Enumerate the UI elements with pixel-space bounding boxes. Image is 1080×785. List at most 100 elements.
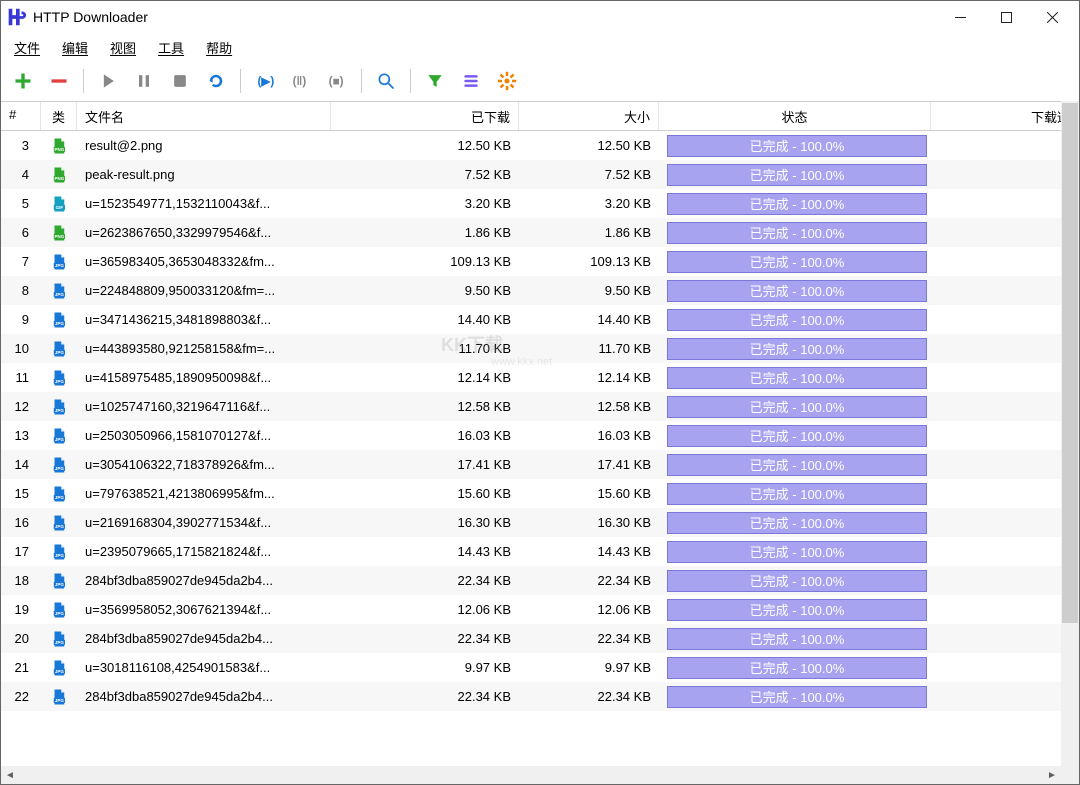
cell-number: 10 <box>1 341 41 356</box>
svg-text:PNG: PNG <box>54 146 64 151</box>
close-button[interactable] <box>1029 2 1075 32</box>
file-type-icon: JPG <box>41 398 77 416</box>
scroll-right-icon[interactable]: ► <box>1043 766 1061 784</box>
pause-all-button[interactable]: (‖) <box>283 63 319 99</box>
cell-status: 已完成 - 100.0% <box>659 425 931 447</box>
remove-button[interactable] <box>41 63 77 99</box>
cell-downloaded: 17.41 KB <box>331 457 519 472</box>
minimize-button[interactable] <box>937 2 983 32</box>
cell-filename: peak-result.png <box>77 167 331 182</box>
table-row[interactable]: 19 JPG u=3569958052,3067621394&f... 12.0… <box>1 595 1079 624</box>
restart-button[interactable] <box>198 63 234 99</box>
table-row[interactable]: 13 JPG u=2503050966,1581070127&f... 16.0… <box>1 421 1079 450</box>
cell-filename: u=3471436215,3481898803&f... <box>77 312 331 327</box>
search-button[interactable] <box>368 63 404 99</box>
svg-text:JPG: JPG <box>55 697 65 702</box>
filter-button[interactable] <box>417 63 453 99</box>
cell-status: 已完成 - 100.0% <box>659 251 931 273</box>
table-row[interactable]: 4 PNG peak-result.png 7.52 KB 7.52 KB 已完… <box>1 160 1079 189</box>
table-row[interactable]: 8 JPG u=224848809,950033120&fm=... 9.50 … <box>1 276 1079 305</box>
col-number[interactable]: # <box>1 102 41 130</box>
progress-bar: 已完成 - 100.0% <box>667 483 927 505</box>
scrollbar-thumb[interactable] <box>1062 103 1078 623</box>
progress-bar: 已完成 - 100.0% <box>667 396 927 418</box>
app-window: HTTP Downloader 文件 编辑 视图 工具 帮助 (▶) (‖) (… <box>0 0 1080 785</box>
cell-size: 11.70 KB <box>519 341 659 356</box>
col-status[interactable]: 状态 <box>659 102 931 130</box>
cell-status: 已完成 - 100.0% <box>659 367 931 389</box>
cell-downloaded: 12.06 KB <box>331 602 519 617</box>
vertical-scrollbar[interactable] <box>1061 101 1079 766</box>
cell-downloaded: 12.50 KB <box>331 138 519 153</box>
table-row[interactable]: 22 JPG 284bf3dba859027de945da2b4... 22.3… <box>1 682 1079 711</box>
file-type-icon: GIF <box>41 195 77 213</box>
add-button[interactable] <box>5 63 41 99</box>
cell-status: 已完成 - 100.0% <box>659 541 931 563</box>
table-row[interactable]: 9 JPG u=3471436215,3481898803&f... 14.40… <box>1 305 1079 334</box>
cell-status: 已完成 - 100.0% <box>659 686 931 708</box>
cell-downloaded: 22.34 KB <box>331 631 519 646</box>
svg-text:JPG: JPG <box>55 494 65 499</box>
cell-status: 已完成 - 100.0% <box>659 309 931 331</box>
file-type-icon: JPG <box>41 485 77 503</box>
file-type-icon: JPG <box>41 572 77 590</box>
settings-button[interactable] <box>489 63 525 99</box>
menu-file[interactable]: 文件 <box>3 34 51 61</box>
toolbar: (▶) (‖) (■) <box>1 61 1079 101</box>
svg-text:JPG: JPG <box>55 668 65 673</box>
svg-text:PNG: PNG <box>54 175 64 180</box>
start-all-button[interactable]: (▶) <box>247 63 283 99</box>
cell-number: 21 <box>1 660 41 675</box>
table-row[interactable]: 18 JPG 284bf3dba859027de945da2b4... 22.3… <box>1 566 1079 595</box>
table-row[interactable]: 10 JPG u=443893580,921258158&fm=... 11.7… <box>1 334 1079 363</box>
horizontal-scrollbar[interactable]: ◄ ► <box>1 766 1079 784</box>
maximize-button[interactable] <box>983 2 1029 32</box>
table-row[interactable]: 21 JPG u=3018116108,4254901583&f... 9.97… <box>1 653 1079 682</box>
table-row[interactable]: 16 JPG u=2169168304,3902771534&f... 16.3… <box>1 508 1079 537</box>
cell-size: 15.60 KB <box>519 486 659 501</box>
app-logo-icon <box>5 6 27 28</box>
queue-button[interactable] <box>453 63 489 99</box>
col-size[interactable]: 大小 <box>519 102 659 130</box>
menu-view[interactable]: 视图 <box>99 34 147 61</box>
svg-text:JPG: JPG <box>55 581 65 586</box>
col-downloaded[interactable]: 已下载 <box>331 102 519 130</box>
table-row[interactable]: 6 PNG u=2623867650,3329979546&f... 1.86 … <box>1 218 1079 247</box>
cell-number: 15 <box>1 486 41 501</box>
cell-size: 22.34 KB <box>519 631 659 646</box>
start-button[interactable] <box>90 63 126 99</box>
cell-filename: u=3569958052,3067621394&f... <box>77 602 331 617</box>
menu-help[interactable]: 帮助 <box>195 34 243 61</box>
svg-text:(■): (■) <box>329 75 344 88</box>
table-row[interactable]: 5 GIF u=1523549771,1532110043&f... 3.20 … <box>1 189 1079 218</box>
stop-button[interactable] <box>162 63 198 99</box>
table-row[interactable]: 14 JPG u=3054106322,718378926&fm... 17.4… <box>1 450 1079 479</box>
menu-tools[interactable]: 工具 <box>147 34 195 61</box>
table-row[interactable]: 12 JPG u=1025747160,3219647116&f... 12.5… <box>1 392 1079 421</box>
table-row[interactable]: 11 JPG u=4158975485,1890950098&f... 12.1… <box>1 363 1079 392</box>
cell-number: 8 <box>1 283 41 298</box>
col-filename[interactable]: 文件名 <box>77 102 331 130</box>
pause-button[interactable] <box>126 63 162 99</box>
col-extra[interactable]: 下载逆 <box>931 102 1079 130</box>
cell-size: 12.50 KB <box>519 138 659 153</box>
svg-text:PNG: PNG <box>54 233 64 238</box>
stop-all-button[interactable]: (■) <box>319 63 355 99</box>
cell-size: 22.34 KB <box>519 689 659 704</box>
cell-filename: u=1025747160,3219647116&f... <box>77 399 331 414</box>
table-row[interactable]: 15 JPG u=797638521,4213806995&fm... 15.6… <box>1 479 1079 508</box>
menu-edit[interactable]: 编辑 <box>51 34 99 61</box>
cell-downloaded: 22.34 KB <box>331 689 519 704</box>
cell-size: 16.30 KB <box>519 515 659 530</box>
col-type[interactable]: 类 <box>41 102 77 130</box>
cell-downloaded: 16.30 KB <box>331 515 519 530</box>
file-type-icon: JPG <box>41 543 77 561</box>
titlebar: HTTP Downloader <box>1 1 1079 33</box>
table-row[interactable]: 3 PNG result@2.png 12.50 KB 12.50 KB 已完成… <box>1 131 1079 160</box>
cell-filename: u=3054106322,718378926&fm... <box>77 457 331 472</box>
window-title: HTTP Downloader <box>33 9 937 25</box>
scroll-left-icon[interactable]: ◄ <box>1 766 19 784</box>
table-row[interactable]: 7 JPG u=365983405,3653048332&fm... 109.1… <box>1 247 1079 276</box>
table-row[interactable]: 20 JPG 284bf3dba859027de945da2b4... 22.3… <box>1 624 1079 653</box>
table-row[interactable]: 17 JPG u=2395079665,1715821824&f... 14.4… <box>1 537 1079 566</box>
